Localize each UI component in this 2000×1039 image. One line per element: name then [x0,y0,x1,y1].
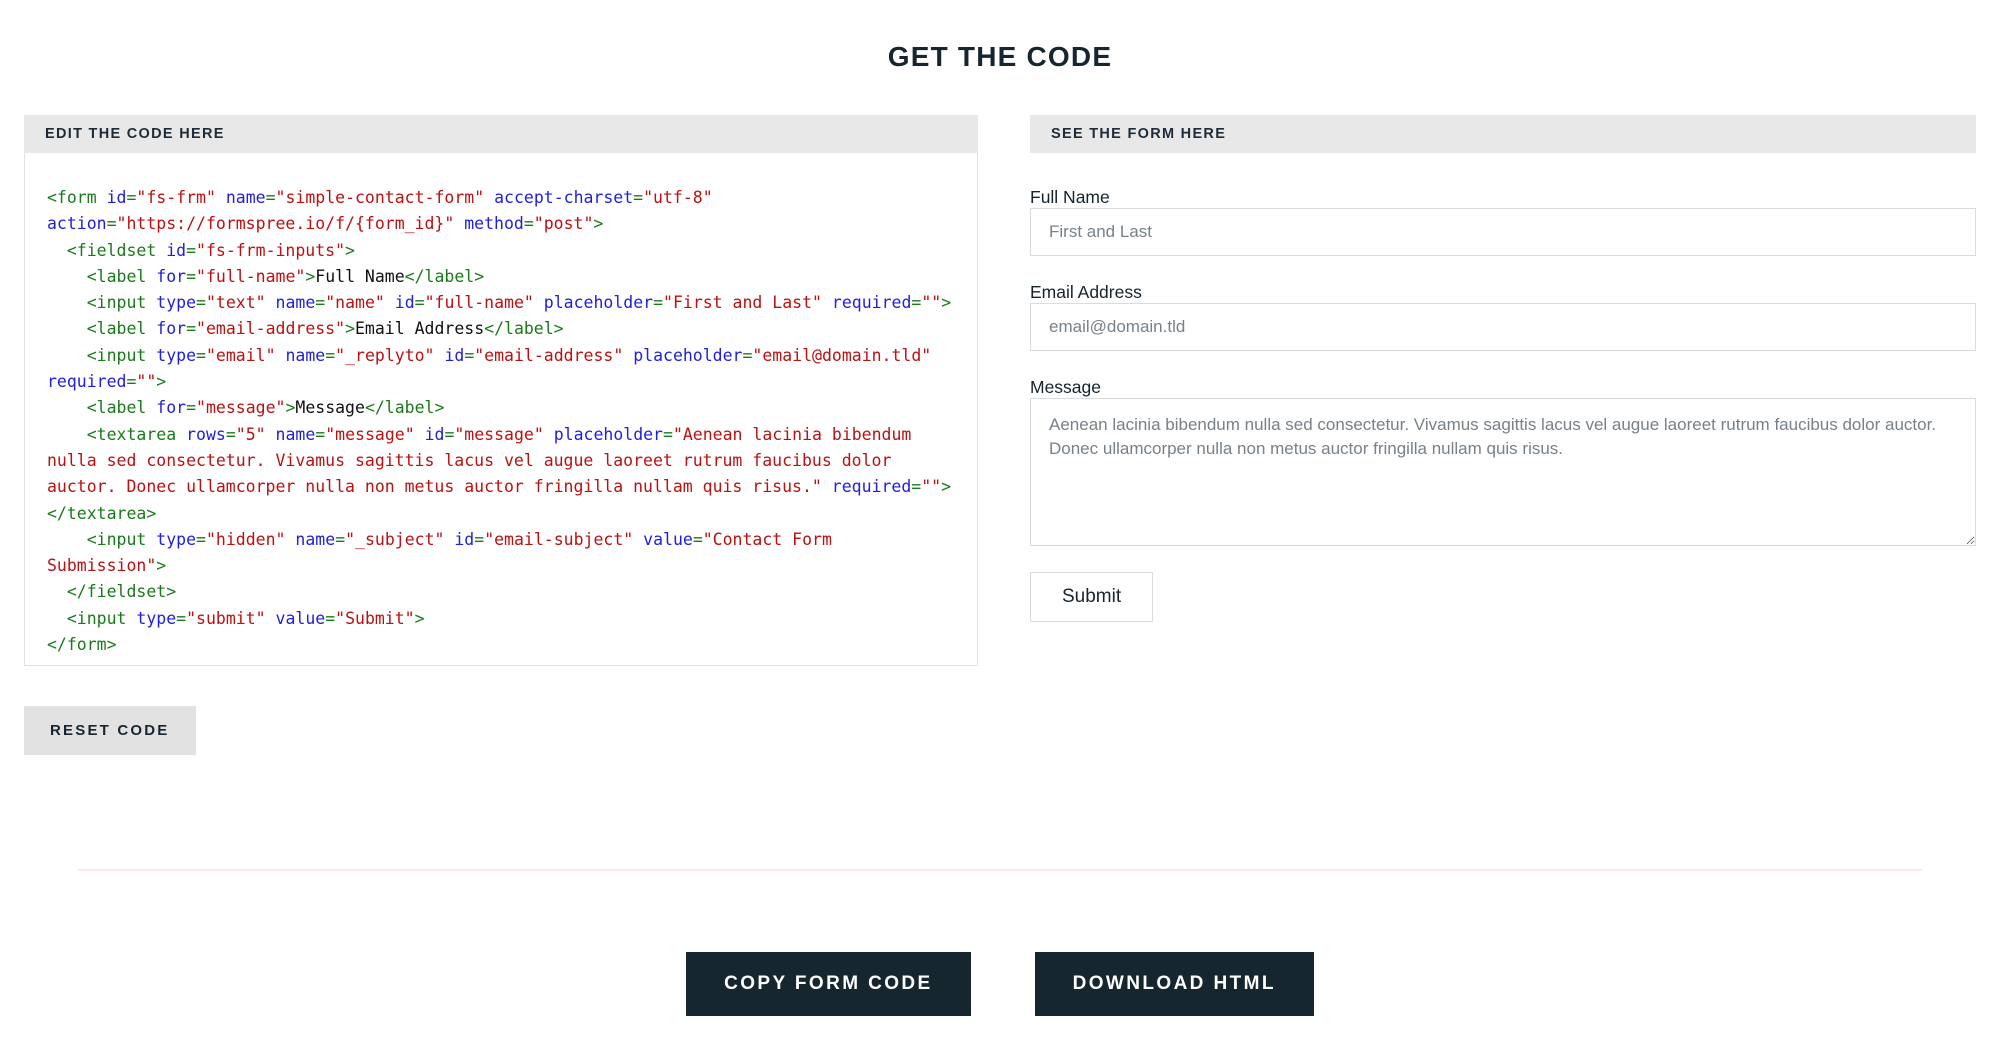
full-name-input[interactable] [1030,208,1976,256]
page-title: GET THE CODE [887,40,1113,72]
preview-form: Full Name Email Address Message Submit [1030,153,1976,622]
copy-form-code-button[interactable]: COPY FORM CODE [686,952,971,1016]
code-editor-column: EDIT THE CODE HERE <form id="fs-frm" nam… [24,115,978,666]
code-editor[interactable]: <form id="fs-frm" name="simple-contact-f… [24,153,978,666]
download-html-button[interactable]: DOWNLOAD HTML [1034,952,1314,1016]
section-divider [78,869,1922,871]
message-textarea[interactable] [1030,398,1976,546]
email-input[interactable] [1030,303,1976,351]
message-label: Message [1030,377,1102,397]
code-content[interactable]: <form id="fs-frm" name="simple-contact-f… [47,185,955,658]
editor-panel-header: EDIT THE CODE HERE [24,115,978,153]
reset-code-button[interactable]: RESET CODE [24,706,196,755]
email-label: Email Address [1030,282,1142,302]
get-the-code-page: GET THE CODE EDIT THE CODE HERE <form id… [0,0,2000,1039]
footer-actions: COPY FORM CODE DOWNLOAD HTML [0,952,2000,1016]
full-name-label: Full Name [1030,187,1110,207]
preview-panel-header: SEE THE FORM HERE [1030,115,1976,153]
form-preview-column: SEE THE FORM HERE Full Name Email Addres… [1030,115,1976,622]
submit-button[interactable]: Submit [1030,572,1154,622]
